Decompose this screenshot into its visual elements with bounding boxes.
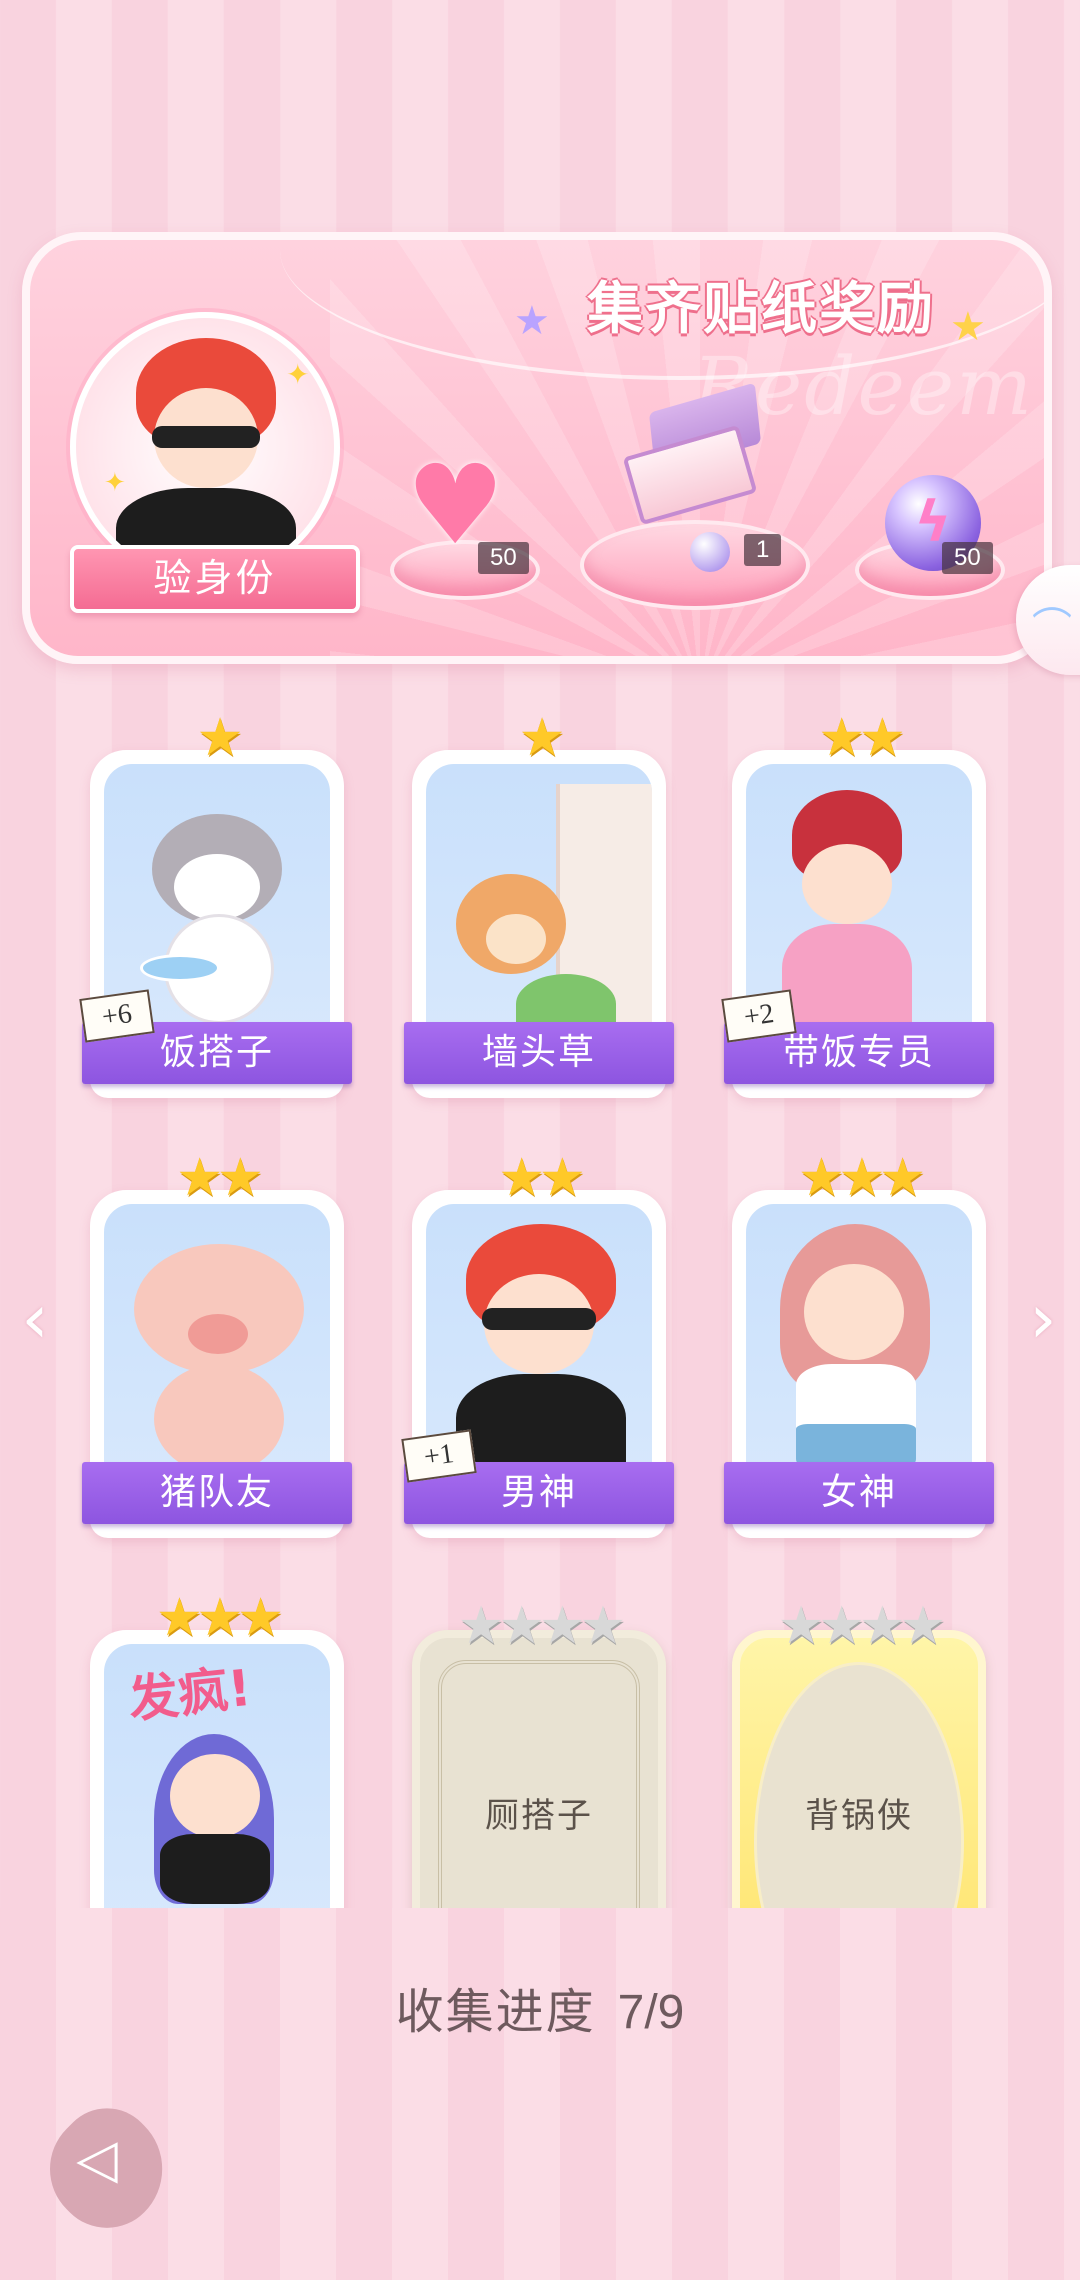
- cat-face-shape: [174, 854, 260, 920]
- plate-shape: [140, 954, 220, 982]
- star-rating: ★★★★: [457, 1596, 626, 1656]
- star-icon: ★: [950, 304, 986, 350]
- star-rating: ★★: [818, 708, 905, 768]
- sticker-card[interactable]: ★ 饭搭子 +6: [79, 708, 352, 1098]
- verify-identity-button[interactable]: 验身份: [70, 545, 360, 613]
- scroll-mask: [0, 1908, 1080, 2280]
- collection-progress: 收集进度 7/9: [0, 1972, 1080, 2042]
- rainbow-icon: ⌒: [1032, 605, 1072, 651]
- reward-count: 1: [744, 534, 782, 566]
- reward-banner: Redeem ★ 集齐贴纸奖励 ★ ✦ ✦ 验身份 ♥ 50 1 ϟ 50: [22, 232, 1052, 664]
- sticker-label: 墙头草: [404, 1022, 674, 1084]
- back-arrow-icon: ◁: [76, 2126, 118, 2190]
- sticker-card[interactable]: ★★★ 女神: [724, 1148, 994, 1538]
- sticker-label: 女神: [724, 1462, 994, 1524]
- cat-face-shape: [486, 914, 546, 964]
- avatar[interactable]: ✦ ✦: [70, 312, 340, 582]
- sparkle-icon: ✦: [286, 358, 310, 391]
- pig-body-shape: [154, 1364, 284, 1474]
- coin-icon: [690, 532, 730, 572]
- sticker-label: 猪队友: [82, 1462, 352, 1524]
- star-rating: ★★★: [798, 1148, 926, 1208]
- jacket-shape: [782, 924, 912, 1034]
- shirt-shape: [160, 1834, 270, 1904]
- sunglasses-shape: [152, 426, 260, 448]
- progress-value: 7/9: [617, 1986, 685, 2039]
- face-shape: [804, 1264, 904, 1360]
- banner-title: 集齐贴纸奖励: [587, 277, 935, 342]
- star-rating: ★: [196, 708, 244, 768]
- reward-count: 50: [942, 542, 993, 574]
- sticker-card[interactable]: ★ 墙头草: [404, 708, 674, 1098]
- next-page-arrow[interactable]: ›: [1020, 1282, 1066, 1358]
- pig-head-shape: [134, 1244, 304, 1374]
- sunglasses-shape: [482, 1308, 596, 1330]
- star-rating: ★★: [176, 1148, 263, 1208]
- star-icon: ★: [514, 298, 550, 344]
- sticker-card[interactable]: ★★ 男神 +1: [401, 1148, 674, 1538]
- pig-snout-shape: [188, 1314, 248, 1354]
- locked-sticker-name: 背锅侠: [805, 1796, 913, 1836]
- sticker-card[interactable]: ★★ 猪队友: [82, 1148, 352, 1538]
- face-shape: [170, 1754, 260, 1838]
- star-rating: ★★★★: [777, 1596, 946, 1656]
- reward-count: 50: [478, 542, 529, 574]
- prev-page-arrow[interactable]: ‹: [12, 1282, 58, 1358]
- star-rating: ★★★: [156, 1588, 284, 1648]
- face-shape: [802, 844, 892, 924]
- sticker-art-text: 发疯!: [125, 1658, 254, 1730]
- sparkle-icon: ✦: [104, 468, 126, 498]
- sticker-card[interactable]: ★★ 带饭专员 +2: [721, 708, 994, 1098]
- progress-label: 收集进度: [395, 1984, 596, 2040]
- locked-sticker-name: 厕搭子: [485, 1796, 593, 1836]
- star-rating: ★★: [498, 1148, 585, 1208]
- star-rating: ★: [518, 708, 566, 768]
